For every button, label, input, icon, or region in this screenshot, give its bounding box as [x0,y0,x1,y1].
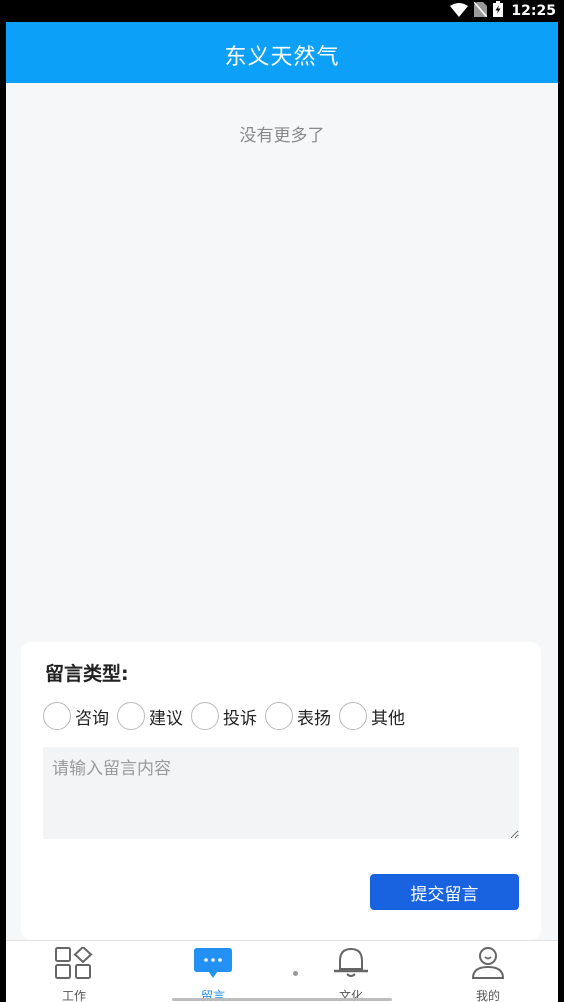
wifi-icon [450,2,469,21]
tab-work[interactable]: 工作 [34,945,114,1002]
radio-label: 咨询 [75,708,109,729]
message-type-options: 咨询 建议 投诉 表扬 其他 [43,702,413,730]
radio-label: 建议 [149,708,183,729]
message-type-label: 留言类型: [45,663,129,685]
app-screen: 东义天然气 没有更多了 留言类型: 咨询 建议 投诉 表扬 其他 请输入留言内容… [6,22,558,1002]
message-icon [193,947,233,983]
radio-circle[interactable] [117,702,145,730]
tab-culture[interactable]: 文化 [311,947,391,1002]
radio-option-suggest[interactable]: 建议 [117,702,183,730]
message-form-card: 留言类型: 咨询 建议 投诉 表扬 其他 提交 [21,642,541,940]
bell-icon [331,947,371,983]
no-sim-icon [473,0,489,21]
tab-indicator-dot [293,971,298,976]
user-icon [468,947,508,983]
radio-option-praise[interactable]: 表扬 [265,702,331,730]
submit-message-button[interactable]: 提交留言 [370,874,519,910]
battery-charging-icon [493,1,504,21]
radio-label: 其他 [371,708,405,729]
list-end-text: 没有更多了 [239,126,325,146]
home-indicator[interactable] [172,998,392,1001]
radio-circle[interactable] [43,702,71,730]
radio-circle[interactable] [191,702,219,730]
tab-label: 我的 [475,989,500,1002]
radio-option-consult[interactable]: 咨询 [43,702,109,730]
bottom-tab-bar: 工作 留言 文化 我的 [6,940,558,1002]
radio-option-complain[interactable]: 投诉 [191,702,257,730]
tab-profile[interactable]: 我的 [448,947,528,1002]
message-content-input[interactable] [43,747,519,839]
app-header: 东义天然气 [6,22,558,83]
page-title: 东义天然气 [224,45,340,70]
radio-circle[interactable] [339,702,367,730]
radio-label: 表扬 [297,708,331,729]
radio-circle[interactable] [265,702,293,730]
radio-option-other[interactable]: 其他 [339,702,405,730]
status-icons: 12:25 [450,0,556,22]
grid-icon [54,945,94,983]
tab-label: 工作 [61,989,86,1002]
radio-label: 投诉 [223,708,257,729]
status-time: 12:25 [511,3,556,19]
status-bar: 12:25 [0,0,564,22]
tab-message[interactable]: 留言 [173,947,253,1002]
